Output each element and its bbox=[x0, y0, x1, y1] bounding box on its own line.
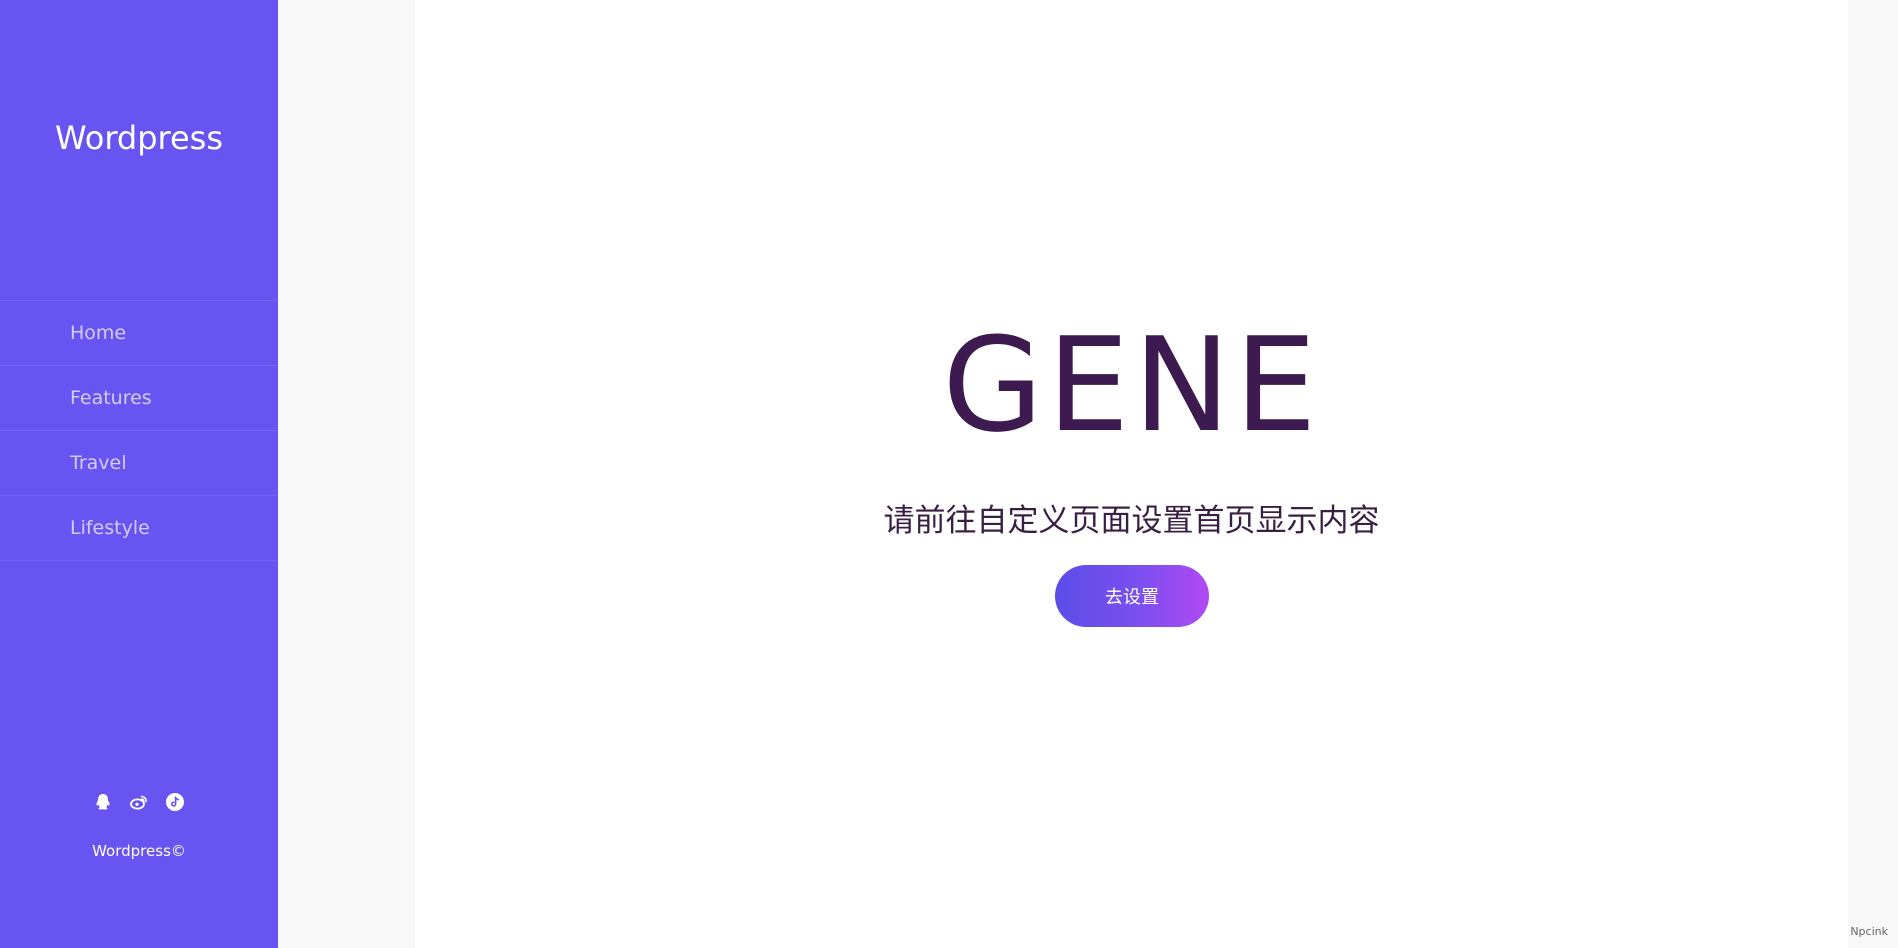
nav-item-label: Lifestyle bbox=[70, 517, 150, 539]
weibo-icon[interactable] bbox=[130, 793, 148, 811]
hero-subtitle: 请前往自定义页面设置首页显示内容 bbox=[883, 503, 1380, 539]
main-nav: Home Features Travel Lifestyle bbox=[0, 300, 278, 561]
tiktok-icon[interactable] bbox=[166, 793, 184, 811]
nav-item-lifestyle[interactable]: Lifestyle bbox=[0, 496, 278, 561]
social-links bbox=[0, 793, 278, 811]
copyright-text: Wordpress© bbox=[92, 842, 186, 860]
qq-icon[interactable] bbox=[94, 793, 112, 811]
nav-item-features[interactable]: Features bbox=[0, 366, 278, 431]
watermark: Npcink bbox=[1850, 925, 1888, 938]
nav-item-home[interactable]: Home bbox=[0, 301, 278, 366]
nav-item-label: Home bbox=[70, 322, 127, 344]
main-content: GENE 请前往自定义页面设置首页显示内容 去设置 bbox=[415, 0, 1848, 948]
site-title[interactable]: Wordpress bbox=[0, 114, 278, 162]
nav-item-label: Features bbox=[70, 387, 152, 409]
hero-title: GENE bbox=[942, 309, 1321, 461]
nav-item-label: Travel bbox=[70, 452, 127, 474]
nav-item-travel[interactable]: Travel bbox=[0, 431, 278, 496]
sidebar: Wordpress Home Features Travel Lifestyle bbox=[0, 0, 278, 948]
go-settings-button[interactable]: 去设置 bbox=[1055, 565, 1209, 627]
